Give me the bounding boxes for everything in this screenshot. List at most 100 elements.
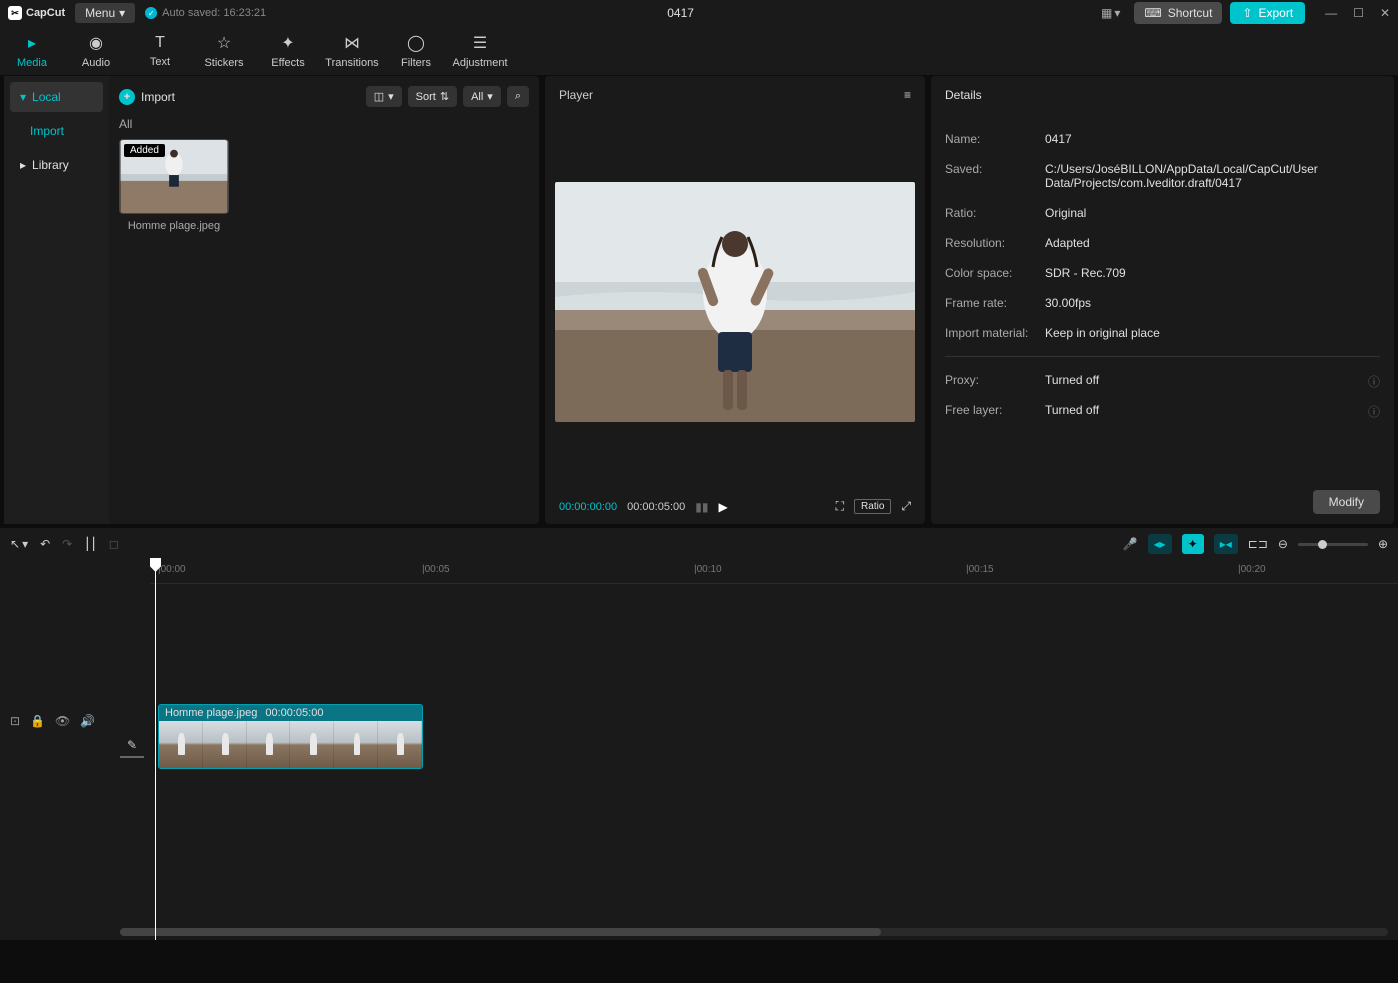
shortcut-button[interactable]: ⌨ Shortcut (1134, 2, 1222, 24)
ruler-mark: |00:00 (158, 564, 186, 575)
track-area: ⊡ 🔒 👁 🔊 ✎ Homme plage.jpeg 00:00:05:00 (0, 704, 1398, 904)
player-controls-right: ⛶ Ratio ⤢ (836, 499, 911, 514)
tab-text[interactable]: TText (128, 26, 192, 75)
autosave-label: Auto saved: 16:23:21 (162, 7, 266, 19)
clip-frames (159, 721, 422, 769)
fullscreen-icon[interactable]: ⤢ (901, 499, 911, 514)
layout-icon: ▦ (1101, 6, 1112, 20)
redo-button[interactable]: ↷ (62, 537, 72, 551)
chevron-down-icon: ▾ (1114, 6, 1120, 20)
track-edit-button[interactable]: ✎ (120, 734, 144, 758)
clip-frame (203, 721, 247, 769)
detail-saved: Saved:C:/Users/JoséBILLON/AppData/Local/… (945, 154, 1380, 198)
keyboard-icon: ⌨ (1144, 6, 1161, 20)
speaker-icon[interactable]: 🔊 (80, 714, 95, 728)
detail-label: Frame rate: (945, 296, 1045, 310)
thumbnail-name: Homme plage.jpeg (119, 220, 229, 232)
tab-adjustment[interactable]: ☰Adjustment (448, 26, 512, 75)
split-tool[interactable]: ⎮⎮ (84, 537, 97, 551)
zoom-slider[interactable] (1298, 543, 1368, 546)
ratio-button[interactable]: Ratio (854, 499, 891, 514)
close-button[interactable]: ✕ (1380, 6, 1390, 20)
player-viewport[interactable] (545, 114, 925, 489)
mode-3[interactable]: ▸◂ (1214, 534, 1238, 554)
tab-transitions[interactable]: ⋈Transitions (320, 26, 384, 75)
crop-icon[interactable]: ⛶ (836, 499, 844, 514)
detail-label: Name: (945, 132, 1045, 146)
play-button[interactable]: ▶ (718, 500, 727, 514)
detail-label: Saved: (945, 162, 1045, 190)
view-mode-button[interactable]: ◫▾ (366, 86, 402, 107)
zoom-out-button[interactable]: ⊖ (1278, 537, 1288, 551)
timeline-toolbar: ↖ ▾ ↶ ↷ ⎮⎮ ◻ 🎤 ◂▸ ✦ ▸◂ ⊏⊐ ⊖ ⊕ (0, 528, 1398, 560)
player-panel: Player ≡ 00:00:00:00 00:00:05:0 (545, 76, 925, 524)
tab-effects[interactable]: ✦Effects (256, 26, 320, 75)
caret-icon: ▸ (20, 158, 26, 172)
menu-button[interactable]: Menu ▾ (75, 3, 135, 23)
crop-tool[interactable]: ◻ (109, 537, 119, 551)
tab-audio[interactable]: ◉Audio (64, 26, 128, 75)
media-item[interactable]: Added Homme plage.jpeg (119, 139, 229, 232)
timeline[interactable]: |00:00 |00:05 |00:10 |00:15 |00:20 ⊡ 🔒 👁… (0, 560, 1398, 940)
media-section-label: All (119, 117, 529, 131)
sidebar-local[interactable]: ▾Local (10, 82, 103, 112)
info-icon[interactable]: ⓘ (1368, 373, 1380, 390)
sidebar-import[interactable]: Import (10, 116, 103, 146)
info-icon[interactable]: ⓘ (1368, 403, 1380, 420)
media-toolbar-right: ◫▾ Sort⇅ All▾ ⌕ (366, 86, 529, 107)
expand-icon[interactable]: ⊡ (10, 714, 20, 728)
menu-label: Menu (85, 6, 115, 20)
timeline-clip[interactable]: Homme plage.jpeg 00:00:05:00 (158, 704, 423, 769)
detail-value: Original (1045, 206, 1380, 220)
scrollbar-thumb[interactable] (120, 928, 881, 936)
select-tool[interactable]: ↖ ▾ (10, 537, 28, 551)
detail-value: C:/Users/JoséBILLON/AppData/Local/CapCut… (1045, 162, 1380, 190)
eye-icon[interactable]: 👁 (55, 714, 70, 728)
export-button[interactable]: ⇧ Export (1230, 2, 1305, 24)
sidebar-library[interactable]: ▸Library (10, 150, 103, 180)
playhead[interactable] (155, 560, 156, 940)
detail-value: Turned off (1045, 373, 1380, 387)
shortcut-label: Shortcut (1168, 6, 1213, 20)
tab-filters[interactable]: ◯Filters (384, 26, 448, 75)
detail-name: Name:0417 (945, 124, 1380, 154)
layout-button[interactable]: ▦ ▾ (1095, 4, 1126, 22)
compare-icon[interactable]: ▮▮ (695, 500, 708, 514)
tab-label: Filters (401, 57, 431, 69)
maximize-button[interactable]: ☐ (1353, 6, 1364, 20)
timeline-scrollbar[interactable] (120, 928, 1388, 936)
detail-proxy: Proxy:Turned offⓘ (945, 365, 1380, 395)
search-button[interactable]: ⌕ (507, 86, 529, 107)
added-badge: Added (124, 144, 165, 157)
titlebar: ✂ CapCut Menu ▾ ✓ Auto saved: 16:23:21 0… (0, 0, 1398, 26)
tab-label: Effects (271, 57, 304, 69)
detail-value: Keep in original place (1045, 326, 1380, 340)
main-area: ▾Local Import ▸Library + Import ◫▾ Sort⇅… (0, 76, 1398, 524)
mode-1[interactable]: ◂▸ (1148, 534, 1172, 554)
filter-icon: ▾ (487, 90, 493, 103)
undo-button[interactable]: ↶ (40, 537, 50, 551)
media-icon: ▸ (28, 33, 36, 53)
menu-icon[interactable]: ≡ (904, 88, 911, 102)
tab-media[interactable]: ▸Media (0, 26, 64, 75)
details-body: Name:0417 Saved:C:/Users/JoséBILLON/AppD… (931, 114, 1394, 480)
export-label: Export (1258, 6, 1293, 20)
top-tabs: ▸Media ◉Audio TText ☆Stickers ✦Effects ⋈… (0, 26, 1398, 76)
modify-button[interactable]: Modify (1313, 490, 1380, 514)
mode-2[interactable]: ✦ (1182, 534, 1204, 554)
cut-tool[interactable]: ⊏⊐ (1248, 537, 1268, 551)
minimize-button[interactable]: ― (1325, 6, 1337, 20)
zoom-in-button[interactable]: ⊕ (1378, 537, 1388, 551)
sidebar-label: Local (32, 90, 61, 104)
record-button[interactable]: 🎤 (1123, 537, 1138, 551)
timeline-ruler[interactable]: |00:00 |00:05 |00:10 |00:15 |00:20 (150, 560, 1398, 584)
zoom-thumb[interactable] (1318, 540, 1327, 549)
detail-label: Color space: (945, 266, 1045, 280)
detail-value: Turned off (1045, 403, 1380, 417)
filter-all-button[interactable]: All▾ (463, 86, 501, 107)
lock-icon[interactable]: 🔒 (30, 714, 45, 728)
tab-stickers[interactable]: ☆Stickers (192, 26, 256, 75)
import-button[interactable]: + Import (119, 89, 175, 105)
details-panel: Details Name:0417 Saved:C:/Users/JoséBIL… (931, 76, 1394, 524)
sort-button[interactable]: Sort⇅ (408, 86, 457, 107)
